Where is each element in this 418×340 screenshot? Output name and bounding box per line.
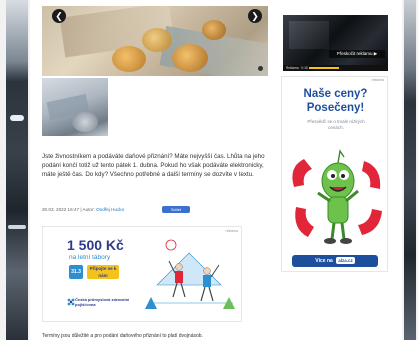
alza-ad-banner[interactable]: reklama Naše ceny? Posečeny! Přesvědč se… [281,76,388,272]
article-hero-image [42,6,268,76]
calendar-date: 31.3 [71,269,81,275]
byline-date: 30.03. 2022 16:47 | Autor: [42,207,95,212]
calendar-icon: 31.3 [69,265,83,279]
cpzp-logo-icon [67,298,75,306]
left-background-strip [0,0,30,340]
alza-logo: alza.cz [336,257,355,264]
left-background-highlight [10,115,24,121]
left-background-image [6,0,28,340]
gallery-prev-button[interactable]: ❮ [52,9,66,23]
ad-cta-button[interactable]: Připojte se k nám [87,265,119,279]
gallery-next-button[interactable]: ❯ [248,9,262,23]
share-label: Sdílet [170,207,182,212]
gallery-indicator-dot[interactable] [258,66,263,71]
ad-description: Přesvědč se o trvale nízkých cenách. [307,119,365,130]
byline-author-link[interactable]: Ondřej Hucko [96,207,124,212]
video-frame [289,21,329,49]
video-ad-player[interactable]: Přeskočit reklamu ▶ Reklama · 0:15 [283,15,388,71]
article-byline: 30.03. 2022 16:47 | Autor: Ondřej Hucko [42,205,268,215]
coin-image [112,46,146,72]
coin-image [142,28,172,52]
ad-subtitle: na letní tábory [69,254,111,261]
ad-bank-name: Česká průmyslová zdravotní pojišťovna [75,297,130,307]
article-body-text: Termíny jsou důležité a pro podání daňov… [42,333,203,339]
coin-image [172,44,208,72]
cta-label: Více na [315,258,333,264]
coin-image [202,20,226,40]
ad-label: reklama [371,78,384,82]
video-time: Reklama · 0:15 [286,66,308,70]
alza-mascot-illustration [292,149,382,244]
right-background-image [404,0,416,340]
article-perex: Jste živnostníkem a podáváte daňové přiz… [42,153,265,178]
ad-amount: 1 500 Kč [67,237,124,253]
skip-ad-button[interactable]: Přeskočit reklamu ▶ [329,50,385,58]
kids-playing-illustration [145,239,235,309]
ad-headline-line-2: Posečeny! [306,102,365,114]
left-background-highlight-2 [8,225,26,229]
share-button[interactable]: Sdílet [162,206,190,213]
gallery-thumbnail[interactable] [42,78,108,136]
cpzp-ad-banner[interactable]: reklama 1 500 Kč na letní tábory 31.3 Př… [42,226,242,322]
ad-headline: Naše ceny? Posečeny! [282,87,387,115]
ad-headline-line-1: Naše ceny? [303,88,368,100]
right-background-strip [402,0,418,340]
thumbnail-coins [72,112,98,132]
video-progress-fill [309,67,339,69]
alza-cta-button[interactable]: Více na alza.cz [292,255,378,267]
video-progress-bar[interactable]: Reklama · 0:15 [283,65,388,71]
